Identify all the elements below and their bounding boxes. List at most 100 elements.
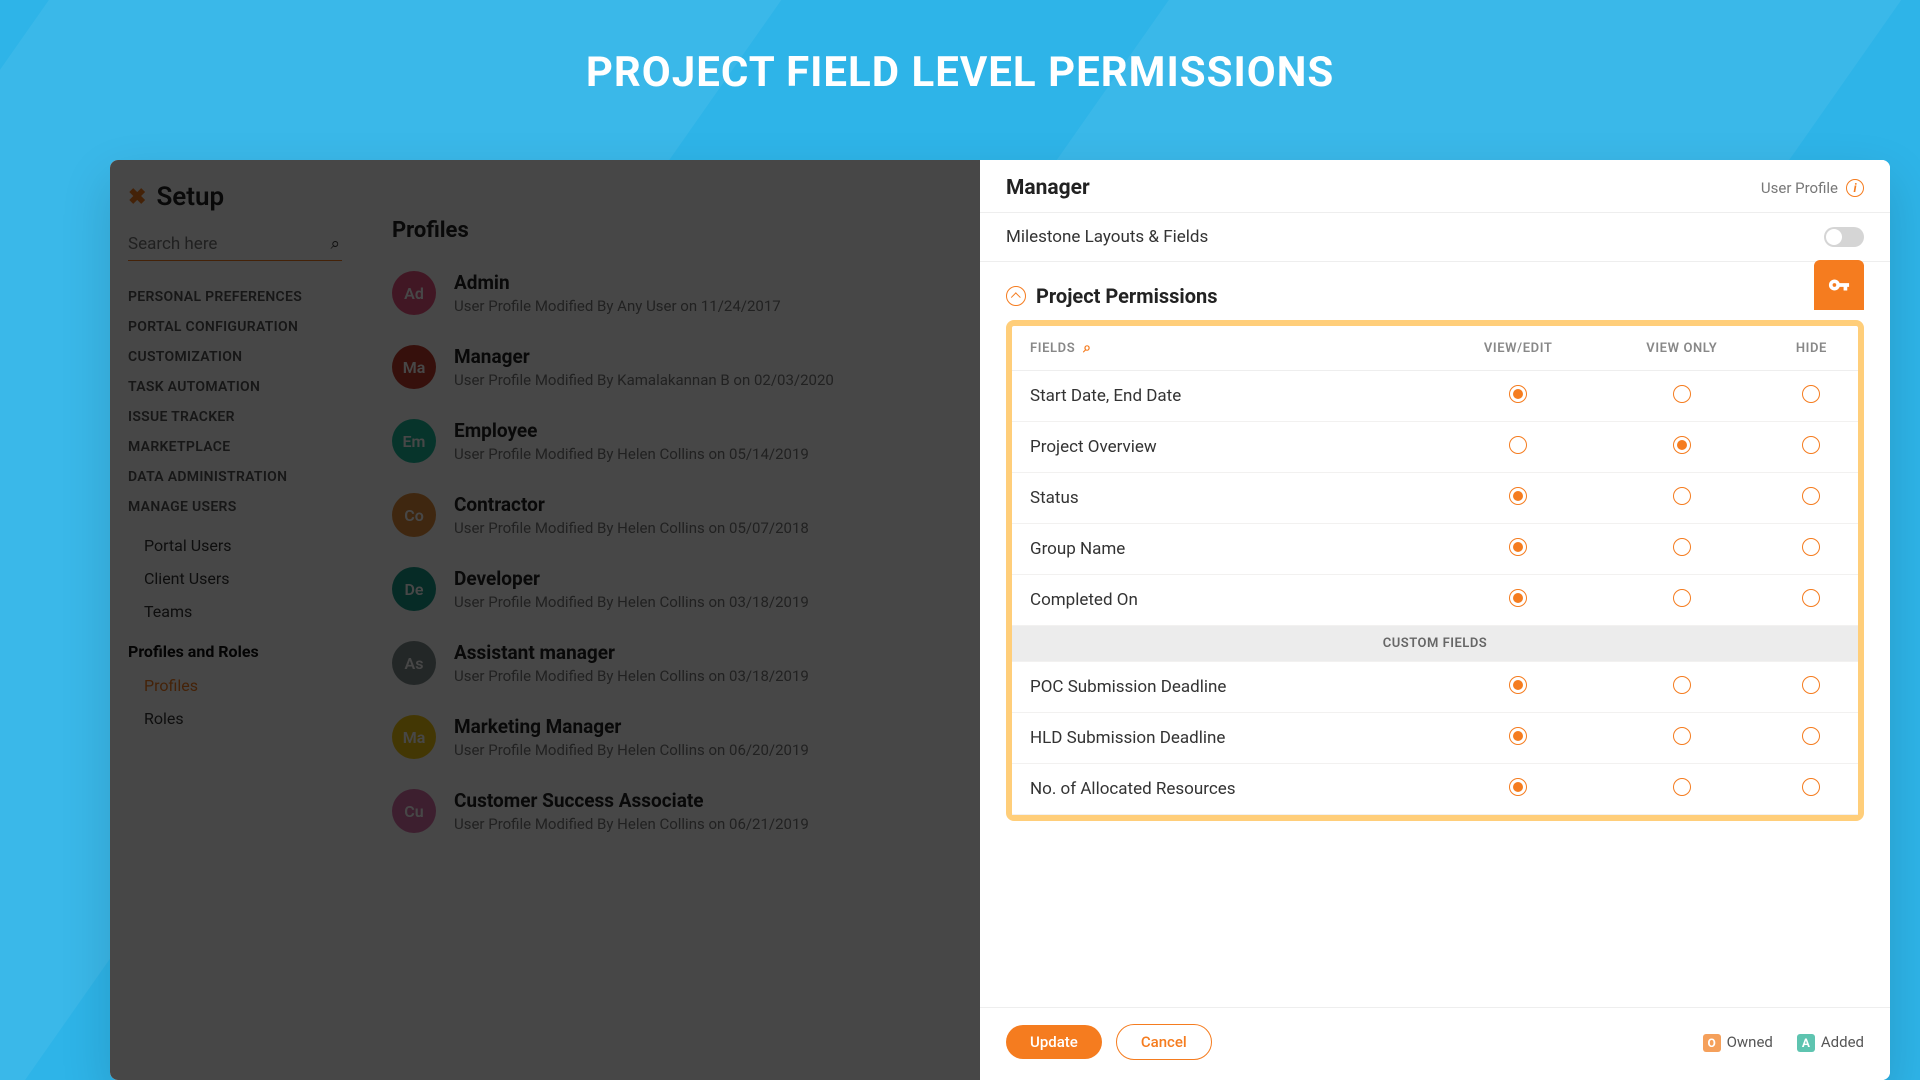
milestone-layouts-label: Milestone Layouts & Fields [1006,227,1208,247]
radio-option[interactable] [1673,385,1691,403]
profile-name: Manager [454,345,834,368]
sidebar: ✖ Setup ⌕ PERSONAL PREFERENCES PORTAL CO… [110,160,360,1080]
nav-sub-teams[interactable]: Teams [128,595,342,628]
nav-sub-client-users[interactable]: Client Users [128,562,342,595]
nav-section[interactable]: TASK AUTOMATION [128,379,342,395]
section-title: Project Permissions [1036,284,1218,308]
avatar: Ma [392,345,436,389]
radio-option[interactable] [1673,727,1691,745]
permissions-panel: Manager User Profile i Milestone Layouts… [980,160,1890,1080]
field-label: POC Submission Deadline [1012,662,1437,713]
profile-name: Developer [454,567,809,590]
user-profile-label: User Profile [1761,179,1838,197]
avatar: De [392,567,436,611]
col-hide: HIDE [1765,326,1858,371]
update-button[interactable]: Update [1006,1025,1102,1059]
radio-option[interactable] [1673,487,1691,505]
profile-meta: User Profile Modified By Kamalakannan B … [454,371,834,389]
avatar: Ad [392,271,436,315]
milestone-toggle[interactable] [1824,227,1864,247]
nav-section[interactable]: PERSONAL PREFERENCES [128,289,342,305]
cancel-button[interactable]: Cancel [1116,1024,1212,1060]
nav-sub-portal-users[interactable]: Portal Users [128,529,342,562]
profiles-heading: Profiles [392,218,962,243]
profile-row[interactable]: Ad Admin User Profile Modified By Any Us… [392,271,962,315]
permissions-key-tab[interactable] [1814,260,1864,310]
profile-meta: User Profile Modified By Helen Collins o… [454,593,809,611]
nav-section[interactable]: ISSUE TRACKER [128,409,342,425]
chevron-up-icon[interactable] [1006,286,1026,306]
profile-row[interactable]: Cu Customer Success Associate User Profi… [392,789,962,833]
avatar: Em [392,419,436,463]
field-label: HLD Submission Deadline [1012,713,1437,764]
profile-row[interactable]: Ma Manager User Profile Modified By Kama… [392,345,962,389]
project-permissions-head[interactable]: Project Permissions [980,262,1890,320]
col-view-only: VIEW ONLY [1599,326,1765,371]
nav-section[interactable]: DATA ADMINISTRATION [128,469,342,485]
col-fields[interactable]: FIELDS ⌕ [1012,326,1437,371]
permission-row: Project Overview [1012,422,1858,473]
key-icon [1828,274,1850,296]
radio-option[interactable] [1673,676,1691,694]
radio-option[interactable] [1673,778,1691,796]
nav-section[interactable]: PORTAL CONFIGURATION [128,319,342,335]
avatar: As [392,641,436,685]
permission-row: Group Name [1012,524,1858,575]
radio-option[interactable] [1509,385,1527,403]
radio-option[interactable] [1802,436,1820,454]
page-title: PROJECT FIELD LEVEL PERMISSIONS [0,0,1920,133]
search-icon[interactable]: ⌕ [1083,340,1091,356]
profile-meta: User Profile Modified By Helen Collins o… [454,741,809,759]
avatar: Cu [392,789,436,833]
radio-option[interactable] [1509,487,1527,505]
permission-row: Start Date, End Date [1012,371,1858,422]
profile-row[interactable]: De Developer User Profile Modified By He… [392,567,962,611]
radio-option[interactable] [1673,538,1691,556]
radio-option[interactable] [1509,676,1527,694]
setup-title: Setup [156,182,224,212]
radio-option[interactable] [1802,538,1820,556]
search-input[interactable] [128,234,310,254]
nav-sub-roles[interactable]: Roles [128,702,342,735]
search-icon[interactable]: ⌕ [330,234,340,254]
app-window: ✖ Setup ⌕ PERSONAL PREFERENCES PORTAL CO… [110,160,1890,1080]
legend-owned: OOwned [1703,1033,1773,1052]
nav-section[interactable]: MANAGE USERS [128,499,342,515]
radio-option[interactable] [1509,589,1527,607]
nav-sub-profiles[interactable]: Profiles [128,669,342,702]
radio-option[interactable] [1509,436,1527,454]
field-label: Completed On [1012,575,1437,626]
profile-row[interactable]: Ma Marketing Manager User Profile Modifi… [392,715,962,759]
field-label: Start Date, End Date [1012,371,1437,422]
profile-row[interactable]: Co Contractor User Profile Modified By H… [392,493,962,537]
radio-option[interactable] [1802,487,1820,505]
radio-option[interactable] [1802,727,1820,745]
added-badge-icon: A [1797,1034,1815,1052]
custom-fields-header: CUSTOM FIELDS [1012,626,1858,662]
radio-option[interactable] [1802,385,1820,403]
radio-option[interactable] [1509,538,1527,556]
info-icon[interactable]: i [1846,179,1864,197]
profile-row[interactable]: Em Employee User Profile Modified By Hel… [392,419,962,463]
profile-name: Assistant manager [454,641,809,664]
radio-option[interactable] [1673,436,1691,454]
permission-row: Completed On [1012,575,1858,626]
panel-header-title: Manager [1006,176,1090,200]
radio-option[interactable] [1802,778,1820,796]
sidebar-search[interactable]: ⌕ [128,234,342,261]
permission-row: POC Submission Deadline [1012,662,1858,713]
nav-group-profiles-roles[interactable]: Profiles and Roles [128,642,342,661]
radio-option[interactable] [1802,676,1820,694]
profile-row[interactable]: As Assistant manager User Profile Modifi… [392,641,962,685]
radio-option[interactable] [1802,589,1820,607]
radio-option[interactable] [1509,778,1527,796]
radio-option[interactable] [1509,727,1527,745]
nav-section[interactable]: CUSTOMIZATION [128,349,342,365]
radio-option[interactable] [1673,589,1691,607]
nav-section[interactable]: MARKETPLACE [128,439,342,455]
panel-header: Manager User Profile i [980,160,1890,213]
profile-name: Contractor [454,493,809,516]
profile-meta: User Profile Modified By Helen Collins o… [454,445,809,463]
setup-heading: ✖ Setup [128,182,342,212]
permissions-card: FIELDS ⌕ VIEW/EDIT VIEW ONLY HIDE Start … [1006,320,1864,821]
